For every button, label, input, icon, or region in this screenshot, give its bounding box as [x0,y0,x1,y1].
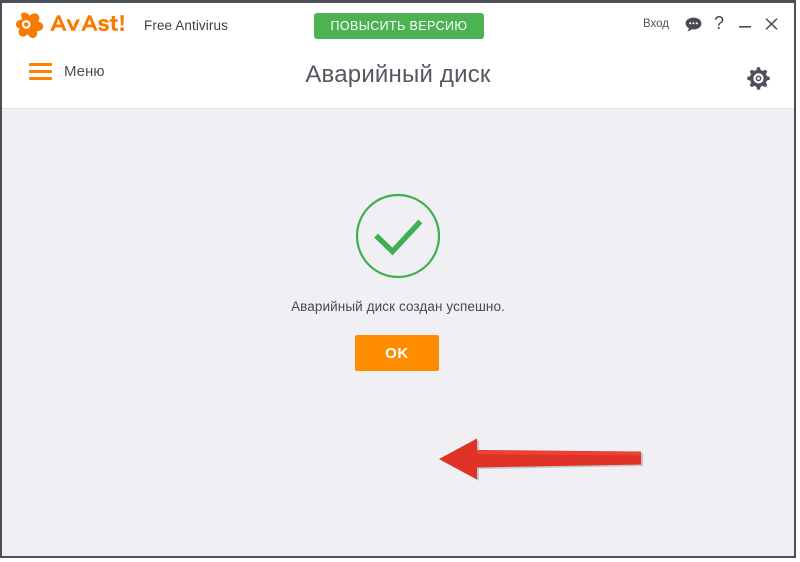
avast-ball-logo-icon [16,11,46,39]
close-icon[interactable] [758,11,784,37]
check-circle-icon [355,193,441,279]
red-left-arrow-annotation [435,435,647,487]
content-area: Аварийный диск создан успешно. OK [2,109,794,556]
page-title: Аварийный диск [305,61,491,88]
rescue-disk-result: Аварийный диск создан успешно. OK [2,193,794,371]
speech-bubble-icon[interactable] [680,11,706,37]
avast-wordmark [47,12,131,39]
gear-icon[interactable] [744,64,772,92]
product-name: Free Antivirus [144,17,228,33]
titlebar-controls: Вход ? [643,11,784,37]
app-header: Меню Аварийный диск [2,47,794,109]
status-message: Аварийный диск создан успешно. [291,299,505,314]
ok-button[interactable]: OK [355,335,439,371]
upgrade-version-button[interactable]: ПОВЫСИТЬ ВЕРСИЮ [314,13,484,39]
login-link[interactable]: Вход [643,18,669,30]
titlebar: Free Antivirus ПОВЫСИТЬ ВЕРСИЮ Вход ? [2,3,794,47]
help-icon[interactable]: ? [706,10,732,38]
brand-area: Free Antivirus [16,10,228,40]
minimize-icon[interactable] [732,11,758,37]
avast-main-window: Free Antivirus ПОВЫСИТЬ ВЕРСИЮ Вход ? Ме… [0,0,796,558]
